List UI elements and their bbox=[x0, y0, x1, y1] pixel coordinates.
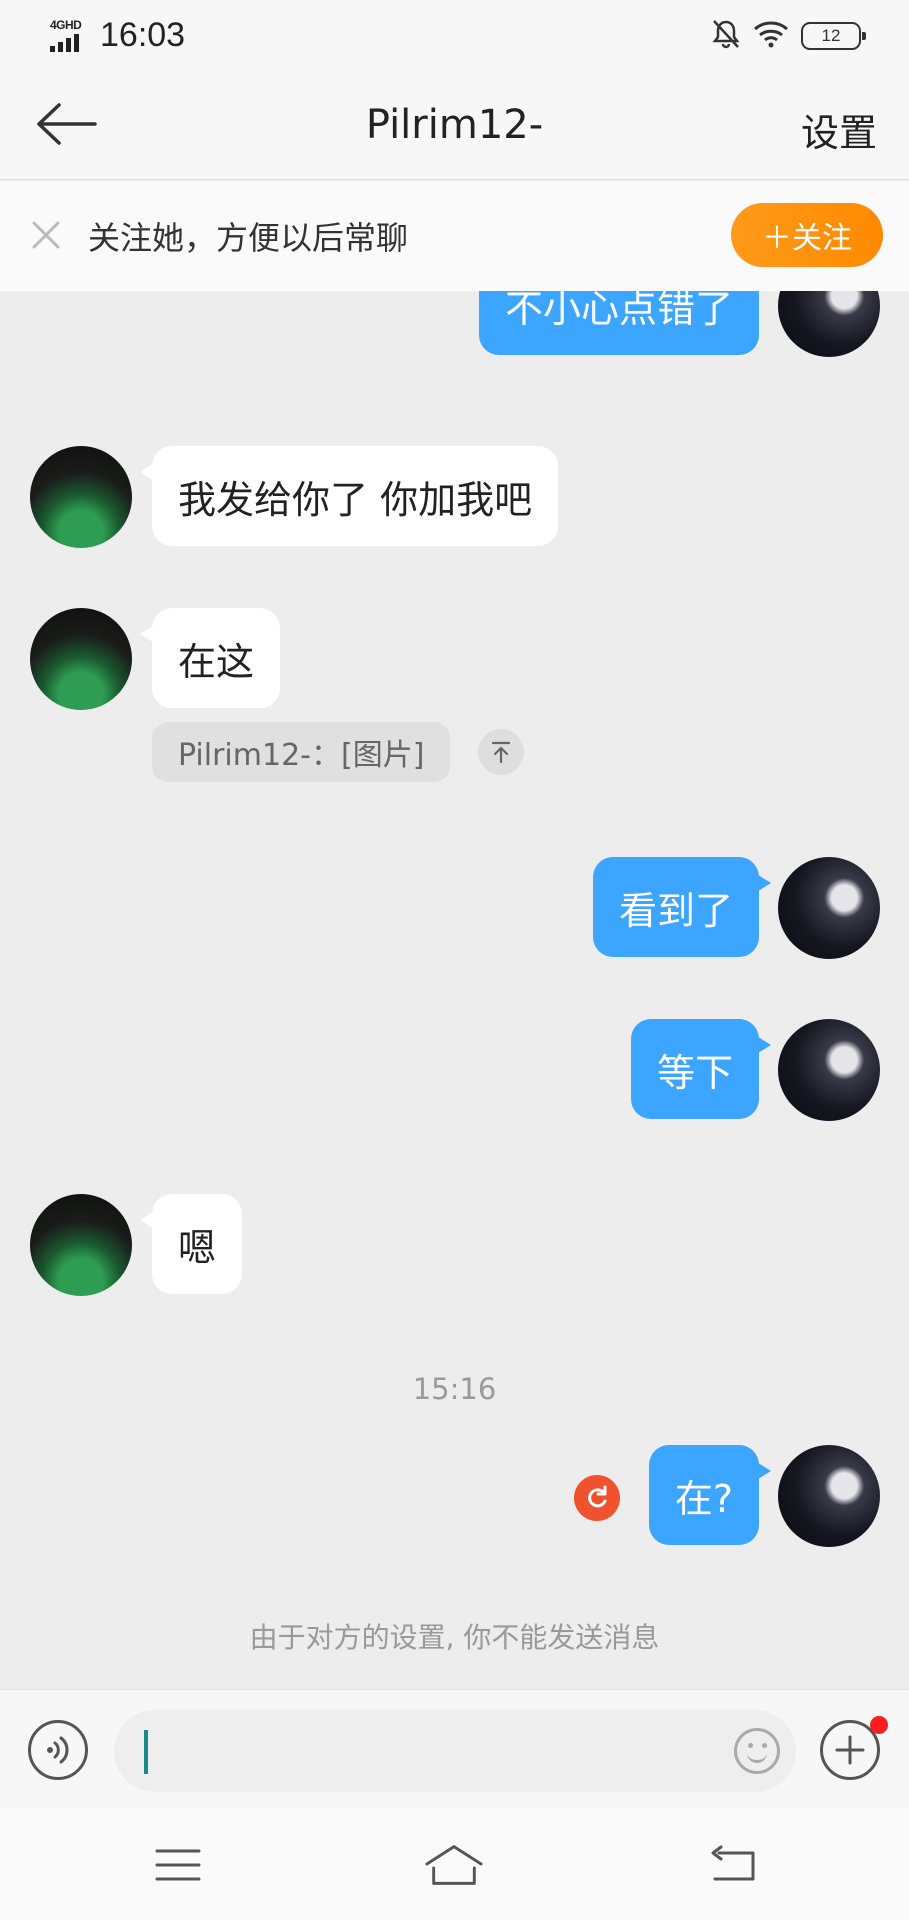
battery-icon: 12 bbox=[801, 22, 866, 50]
message-bubble-outgoing[interactable]: 等下 bbox=[630, 1019, 772, 1119]
input-bar bbox=[0, 1689, 909, 1809]
message-input[interactable] bbox=[114, 1710, 796, 1792]
emoji-button[interactable] bbox=[734, 1728, 780, 1774]
cannot-send-notice: 由于对方的设置, 你不能发送消息 bbox=[249, 1621, 660, 1654]
message-timestamp: 15:16 bbox=[412, 1372, 497, 1406]
avatar[interactable] bbox=[30, 608, 132, 710]
home-button[interactable] bbox=[424, 1839, 484, 1891]
message-bubble-incoming[interactable]: 在这 bbox=[139, 608, 281, 708]
message-bubble-outgoing[interactable]: 看到了 bbox=[592, 857, 772, 957]
close-icon bbox=[32, 221, 60, 249]
refresh-icon bbox=[588, 1485, 607, 1508]
message-bubble-outgoing[interactable]: 在? bbox=[648, 1445, 772, 1545]
jump-to-quote-button[interactable] bbox=[478, 729, 524, 775]
arrow-up-icon bbox=[491, 741, 511, 764]
wifi-icon bbox=[753, 20, 789, 52]
menu-icon bbox=[155, 1849, 201, 1881]
avatar[interactable] bbox=[30, 1194, 132, 1296]
settings-button[interactable]: 设置 bbox=[801, 102, 877, 157]
avatar[interactable] bbox=[30, 446, 132, 548]
bell-off-icon bbox=[711, 18, 741, 54]
plus-icon bbox=[835, 1735, 865, 1765]
message-bubble-outgoing[interactable]: 不小心点错了 bbox=[478, 291, 759, 355]
avatar[interactable] bbox=[778, 291, 880, 357]
home-icon bbox=[425, 1845, 483, 1885]
avatar[interactable] bbox=[778, 1019, 880, 1121]
follow-banner: 关注她，方便以后常聊 ＋关注 bbox=[0, 181, 909, 291]
follow-button[interactable]: ＋关注 bbox=[731, 203, 883, 267]
signal-icon: 4GHD bbox=[50, 18, 90, 52]
follow-prompt-text: 关注她，方便以后常聊 bbox=[88, 219, 409, 257]
notification-dot bbox=[870, 1716, 888, 1734]
back-icon bbox=[711, 1845, 755, 1881]
voice-icon bbox=[47, 1736, 69, 1764]
resend-button[interactable] bbox=[574, 1475, 620, 1521]
text-caret bbox=[144, 1730, 148, 1774]
avatar[interactable] bbox=[778, 857, 880, 959]
chat-title: Pilrim12- bbox=[365, 102, 544, 148]
message-bubble-incoming[interactable]: 我发给你了 你加我吧 bbox=[139, 446, 559, 546]
back-button[interactable] bbox=[702, 1839, 762, 1891]
network-type: 4GHD bbox=[50, 18, 82, 32]
battery-level: 12 bbox=[821, 26, 841, 45]
avatar[interactable] bbox=[778, 1445, 880, 1547]
message-bubble-incoming[interactable]: 嗯 bbox=[139, 1194, 243, 1294]
voice-button[interactable] bbox=[28, 1720, 88, 1780]
status-bar: 4GHD 16:03 12 bbox=[0, 0, 909, 72]
message-list[interactable]: 不小心点错了 我发给你了 你加我吧 在这 Pilrim12-：[图片] 看到了 … bbox=[0, 291, 909, 1689]
clock: 16:03 bbox=[100, 16, 186, 54]
menu-button[interactable] bbox=[148, 1839, 208, 1891]
close-banner-button[interactable] bbox=[26, 215, 66, 255]
chat-header: Pilrim12- 设置 bbox=[0, 72, 909, 180]
quoted-message[interactable]: Pilrim12-：[图片] bbox=[152, 722, 451, 782]
system-navigation-bar bbox=[0, 1809, 909, 1920]
